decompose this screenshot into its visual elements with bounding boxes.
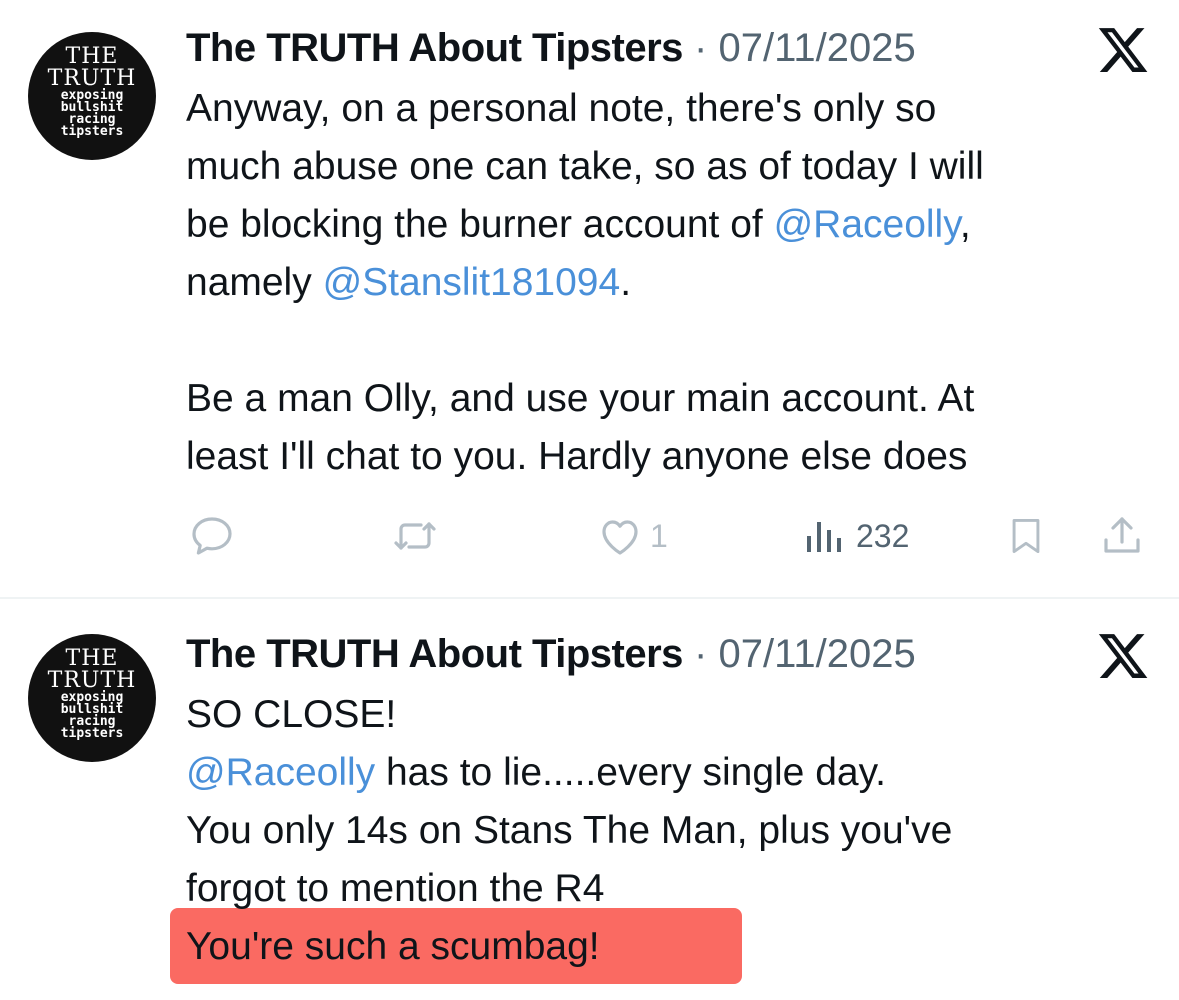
reply-button[interactable] (188, 508, 236, 564)
tweet[interactable]: THE TRUTH exposing bullshit racing tipst… (0, 600, 1179, 1000)
mention-link[interactable]: @Raceolly (186, 751, 375, 794)
header-separator: · (694, 632, 708, 676)
avatar-text-line: THE (65, 44, 119, 69)
avatar-text-line: tipsters (60, 726, 124, 741)
avatar[interactable]: THE TRUTH exposing bullshit racing tipst… (28, 634, 156, 762)
share-button[interactable] (1098, 508, 1146, 564)
tweet-date[interactable]: 07/11/2025 (718, 632, 915, 676)
author-name[interactable]: The TRUTH About Tipsters (186, 632, 683, 676)
tweet-text-line: Be a man Olly, and use your main account… (186, 377, 975, 420)
tweet-text-fragment: be blocking the burner account of (186, 203, 774, 246)
bookmark-button[interactable] (1004, 508, 1048, 564)
mention-link[interactable]: @Raceolly (774, 203, 960, 246)
tweet-actions: 1 232 (0, 508, 1179, 564)
bookmark-icon (1012, 518, 1040, 554)
x-logo-icon (1098, 634, 1148, 678)
highlighted-text-line: You're such a scumbag! (186, 925, 600, 968)
reply-icon (192, 517, 232, 555)
tweet[interactable]: THE TRUTH exposing bullshit racing tipst… (0, 0, 1179, 598)
like-icon (602, 520, 638, 555)
avatar-text-line: THE (65, 646, 119, 671)
retweet-button[interactable] (390, 508, 440, 564)
tweet-text-line: namely @Stanslit181094. (186, 254, 1166, 312)
avatar-text-line: tipsters (60, 124, 124, 139)
tweet-header: The TRUTH About Tipsters · 07/11/2025 (186, 626, 916, 682)
tweet-text: Anyway, on a personal note, there's only… (186, 80, 1166, 486)
tweet-header: The TRUTH About Tipsters · 07/11/2025 (186, 20, 916, 76)
tweet-divider (0, 597, 1179, 599)
tweet-text-line: much abuse one can take, so as of today … (186, 145, 984, 188)
tweet-text-fragment: , (959, 203, 971, 246)
tweet-date[interactable]: 07/11/2025 (718, 26, 915, 70)
tweet-text-line: SO CLOSE! (186, 693, 397, 736)
tweet-text-fragment: namely (186, 261, 323, 304)
header-separator: · (694, 26, 708, 70)
avatar-text-line: TRUTH (47, 668, 137, 693)
tweet-text-fragment: has to lie.....every single day. (375, 751, 887, 794)
share-icon (1104, 517, 1140, 553)
views-button[interactable]: 232 (800, 508, 909, 564)
like-count: 1 (650, 517, 668, 554)
author-name[interactable]: The TRUTH About Tipsters (186, 26, 683, 70)
tweet-text-line: be blocking the burner account of @Raceo… (186, 196, 1166, 254)
avatar-text-line: TRUTH (47, 66, 137, 91)
tweet-text-fragment: . (620, 261, 632, 304)
tweet-text-line: forgot to mention the R4 (186, 867, 605, 910)
views-icon (807, 522, 841, 552)
tweet-text-line: @Raceolly has to lie.....every single da… (186, 744, 1166, 802)
tweet-text: SO CLOSE! @Raceolly has to lie.....every… (186, 686, 1166, 976)
retweet-icon (394, 522, 436, 550)
x-logo-icon (1098, 28, 1148, 72)
tweet-text-line: Anyway, on a personal note, there's only… (186, 87, 937, 130)
tweet-text-line: You only 14s on Stans The Man, plus you'… (186, 809, 953, 852)
tweet-text-line: least I'll chat to you. Hardly anyone el… (186, 435, 968, 478)
avatar[interactable]: THE TRUTH exposing bullshit racing tipst… (28, 32, 156, 160)
like-button[interactable]: 1 (596, 508, 668, 564)
mention-link[interactable]: @Stanslit181094 (323, 261, 621, 304)
views-count: 232 (856, 517, 910, 554)
